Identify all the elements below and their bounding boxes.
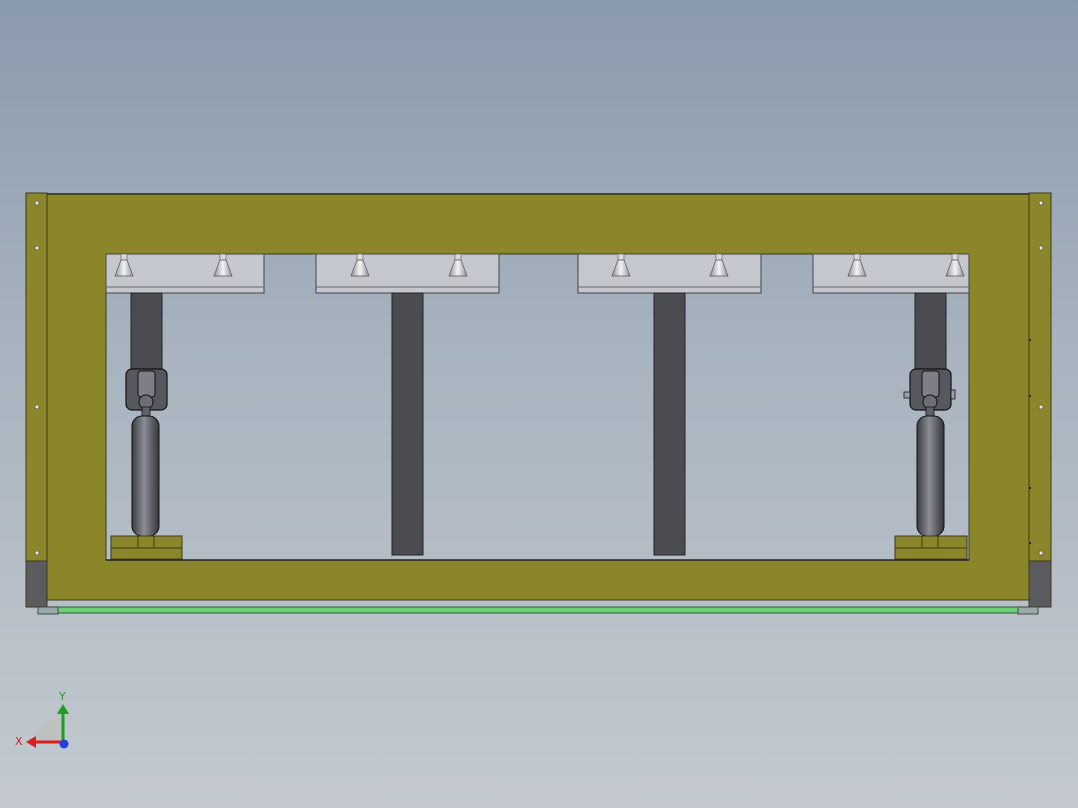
right-cylinder-assembly (894, 292, 968, 560)
cad-viewport[interactable]: Y X (0, 0, 1078, 808)
left-side-plate (25, 192, 48, 608)
coordinate-triad[interactable]: Y X (15, 690, 69, 749)
clamp-bar-4 (812, 253, 970, 294)
y-axis-label: Y (58, 690, 66, 703)
x-axis-arrowhead (26, 736, 36, 748)
center-post-left (391, 292, 424, 556)
assembly-drawing[interactable]: Y X (0, 0, 1078, 808)
right-side-plate (1028, 192, 1052, 608)
clamp-bar-2 (315, 253, 500, 294)
left-cylinder-assembly (110, 292, 183, 560)
y-axis-arrowhead (57, 704, 69, 714)
z-axis-dot (59, 739, 69, 749)
bottom-rail (37, 606, 1039, 615)
x-axis-label: X (15, 735, 23, 748)
clamp-bar-3 (577, 253, 762, 294)
center-post-right (653, 292, 686, 556)
